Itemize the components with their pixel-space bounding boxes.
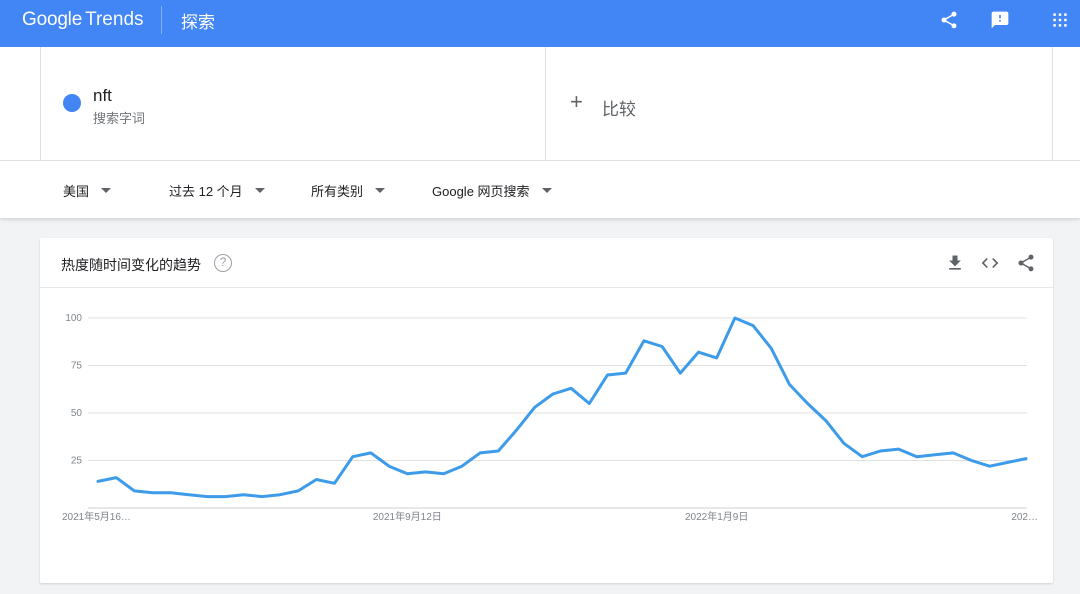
y-tick-label: 25 — [71, 456, 83, 467]
logo-trends-text: Trends — [85, 9, 144, 30]
y-tick-label: 50 — [71, 408, 83, 419]
term-color-dot — [63, 94, 81, 112]
apps-icon[interactable] — [1050, 10, 1070, 30]
series-line-nft — [96, 316, 1028, 499]
search-term-card[interactable]: nft 搜索字词 — [40, 47, 546, 160]
google-trends-logo[interactable]: Google Trends — [22, 9, 144, 35]
category-filter[interactable]: 所有类别 — [311, 181, 386, 200]
filters-bar: 美国 过去 12 个月 所有类别 Google 网页搜索 — [0, 160, 1080, 218]
feedback-icon[interactable] — [990, 10, 1010, 30]
caret-down-icon — [101, 188, 112, 193]
page-title: 探索 — [181, 13, 215, 32]
help-icon[interactable]: ? — [214, 254, 232, 272]
caret-down-icon — [254, 188, 265, 193]
region-filter-label: 美国 — [63, 184, 90, 199]
search-type-filter[interactable]: Google 网页搜索 — [432, 181, 552, 200]
card-header: 热度随时间变化的趋势 ? — [40, 238, 1053, 288]
search-term-subtitle: 搜索字词 — [93, 111, 146, 126]
top-app-bar: Google Trends 探索 — [0, 0, 1080, 47]
share-icon[interactable] — [1016, 253, 1036, 273]
share-icon[interactable] — [939, 10, 959, 30]
caret-down-icon — [541, 188, 552, 193]
card-title: 热度随时间变化的趋势 — [61, 257, 201, 273]
time-range-filter[interactable]: 过去 12 个月 — [169, 181, 265, 200]
logo-google-text: Google — [22, 9, 83, 30]
x-tick-label: 2022年1月9日 — [685, 510, 748, 523]
plus-icon: + — [570, 89, 583, 114]
category-filter-label: 所有类别 — [311, 184, 364, 199]
interest-line-chart[interactable]: 25 50 75 100 2021年5月16… 2021年9月12日 2022年1月9日 20… — [40, 288, 1053, 583]
y-tick-label: 100 — [65, 313, 82, 324]
embed-icon[interactable] — [980, 253, 1000, 273]
y-tick-label: 75 — [71, 361, 83, 372]
x-tick-label: 2021年5月16… — [62, 510, 131, 523]
interest-over-time-card: 热度随时间变化的趋势 ? 25 50 75 100 2021年5月16… 2021年9月1… — [40, 238, 1053, 583]
search-terms-row: nft 搜索字词 + 比较 — [0, 47, 1080, 160]
caret-down-icon — [375, 188, 386, 193]
header-divider — [161, 6, 162, 34]
compare-button[interactable]: + 比较 — [546, 47, 1053, 160]
region-filter[interactable]: 美国 — [63, 181, 112, 200]
time-range-filter-label: 过去 12 个月 — [169, 184, 243, 199]
search-type-filter-label: Google 网页搜索 — [432, 184, 530, 199]
x-tick-label: 2021年9月12日 — [373, 510, 442, 523]
x-tick-label: 202… — [1011, 512, 1038, 523]
search-term-name[interactable]: nft — [93, 86, 112, 106]
compare-label: 比较 — [602, 100, 636, 119]
download-icon[interactable] — [945, 253, 965, 273]
